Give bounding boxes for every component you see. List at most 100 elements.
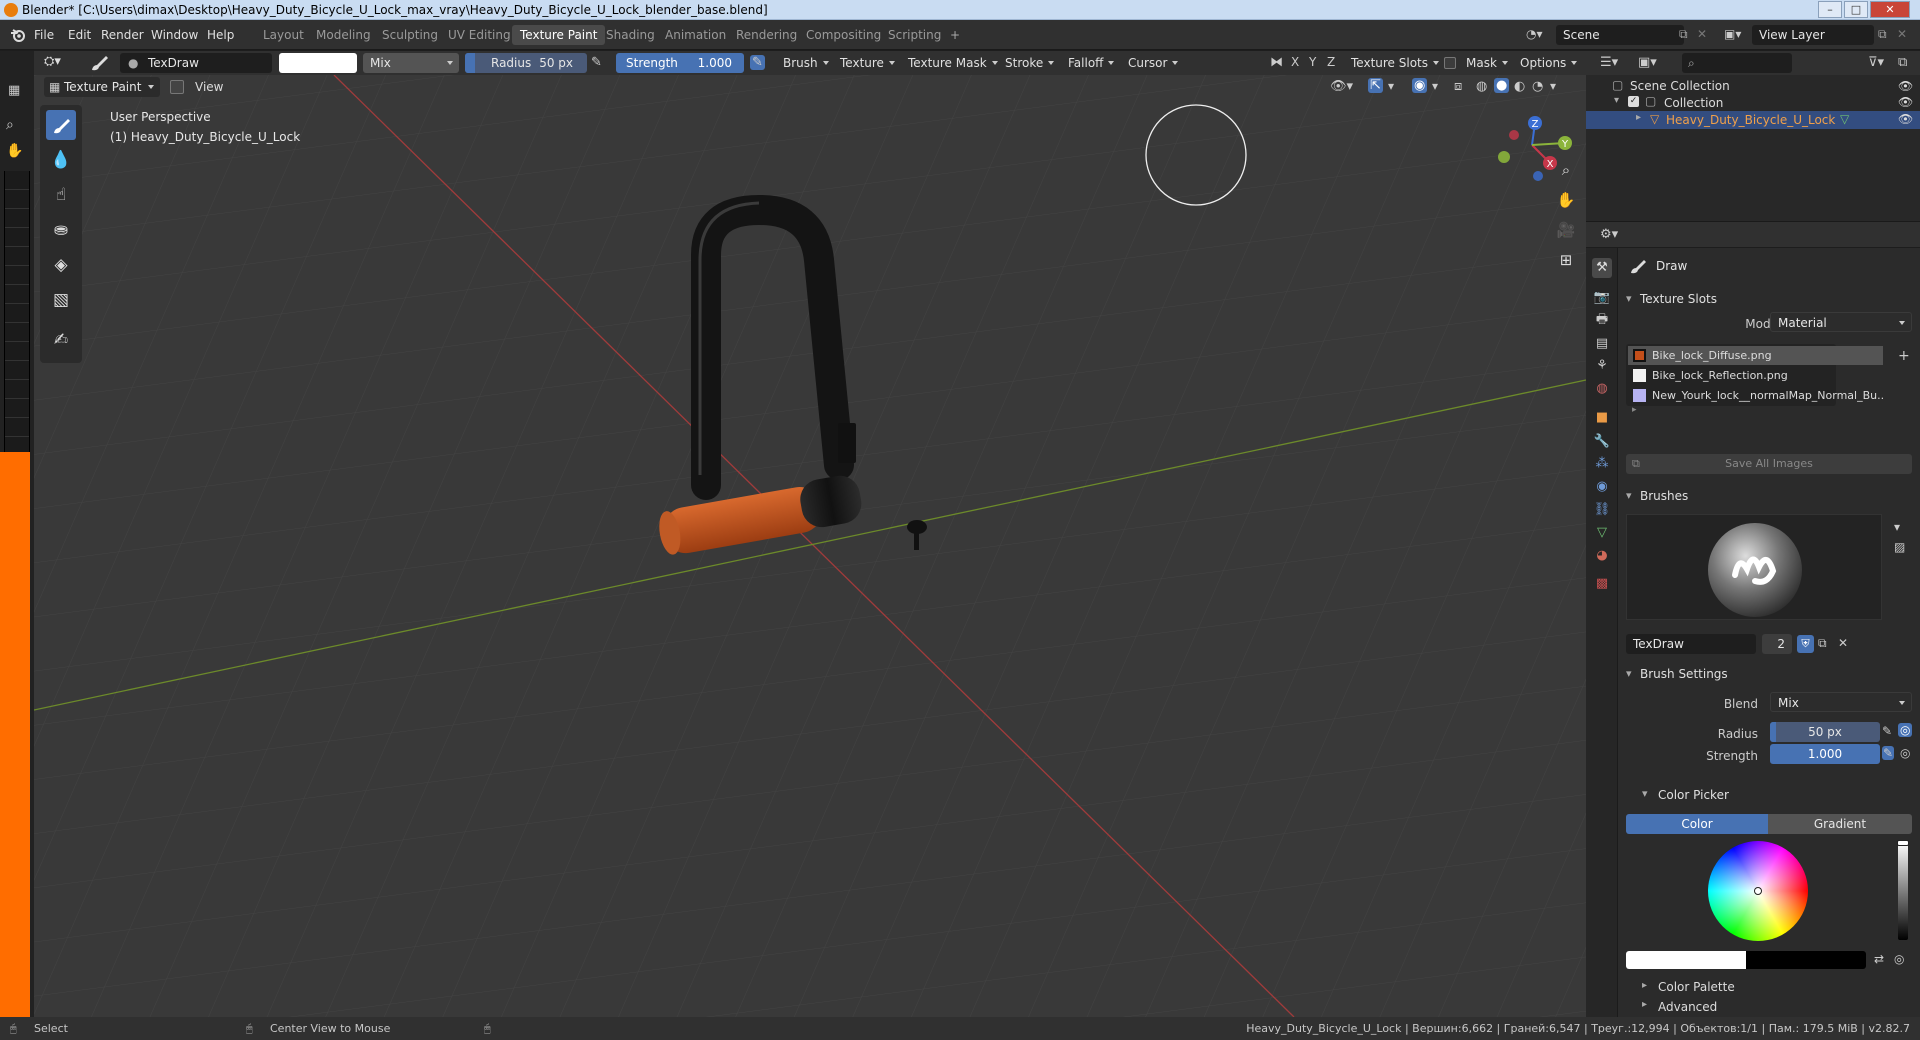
object-tab-icon[interactable]: ■ — [1592, 408, 1612, 428]
material-tab-icon[interactable]: ◕ — [1592, 546, 1612, 566]
falloff-menu[interactable]: Falloff — [1062, 53, 1119, 73]
view-layer-field[interactable]: View Layer — [1752, 25, 1874, 45]
blend-dropdown[interactable]: Mix — [363, 53, 459, 73]
tab-rendering[interactable]: Rendering — [728, 25, 805, 45]
strength-pressure-toggle-icon[interactable]: ✎ — [1882, 746, 1895, 760]
tab-uv-editing[interactable]: UV Editing — [440, 25, 519, 45]
overlays-dropdown-icon[interactable]: ▾ — [1432, 79, 1438, 93]
view-menu[interactable]: View — [195, 80, 223, 94]
hand-pan-icon[interactable]: ✋ — [6, 143, 23, 159]
material-shading-icon[interactable]: ◐ — [1514, 79, 1525, 94]
color-picker-title[interactable]: Color Picker — [1658, 788, 1729, 802]
axis-x-toggle[interactable]: X — [1291, 55, 1299, 69]
display-mode-icon[interactable]: ▣▾ — [1638, 55, 1657, 70]
collection-expand-icon[interactable]: ▾ — [1614, 95, 1619, 106]
render-tab-icon[interactable]: 📷 — [1592, 288, 1612, 308]
swap-colors-icon[interactable]: ⇄ — [1874, 952, 1884, 966]
axis-y-toggle[interactable]: Y — [1309, 55, 1316, 69]
radius-slider[interactable]: Radius 50 px — [465, 53, 587, 73]
mask-checkbox[interactable] — [1444, 57, 1456, 69]
outliner-collection[interactable]: Collection — [1664, 96, 1723, 110]
texture-slot-item[interactable]: Bike_lock_Reflection.png — [1628, 366, 1883, 385]
tab-texture-paint[interactable]: Texture Paint — [512, 25, 606, 45]
properties-editor-icon[interactable]: ⚙▾ — [1600, 227, 1618, 242]
strength-pressure-icon[interactable]: ✎ — [750, 55, 765, 70]
tab-modeling[interactable]: Modeling — [308, 25, 379, 45]
remove-scene-icon[interactable]: ✕ — [1697, 27, 1707, 41]
brush-dropdown-icon[interactable]: ▾ — [1894, 520, 1900, 534]
shading-dropdown-icon[interactable]: ▾ — [1550, 79, 1556, 93]
gizmo-neg-y[interactable] — [1498, 151, 1510, 163]
overlays-toggle-icon[interactable]: ◉ — [1412, 78, 1428, 93]
visibility-icon[interactable]: 👁▾ — [1330, 79, 1353, 94]
brush-color-swatch[interactable] — [279, 53, 357, 73]
scene-tab-icon[interactable]: ⚘ — [1592, 356, 1612, 376]
modifiers-tab-icon[interactable]: 🔧 — [1592, 432, 1612, 452]
collection-checkbox[interactable]: ✓ — [1628, 96, 1639, 107]
outliner-row-object[interactable]: ▸ ▽ Heavy_Duty_Bicycle_U_Lock ▽ — [1586, 111, 1920, 129]
new-collection-icon[interactable]: ⧉ — [1898, 55, 1907, 70]
object-visibility-icon[interactable]: 👁 — [1898, 112, 1913, 126]
physics-tab-icon[interactable]: ◉ — [1592, 477, 1612, 497]
view-layer-icon[interactable]: ▣▾ — [1724, 27, 1741, 41]
brush-radius-slider[interactable]: 50 px — [1770, 722, 1880, 742]
camera-view-icon[interactable]: 🎥 — [1554, 221, 1578, 245]
radius-pressure-toggle-icon[interactable]: ✎ — [1882, 724, 1892, 738]
menu-file[interactable]: File — [34, 20, 54, 50]
tab-scripting[interactable]: Scripting — [880, 25, 949, 45]
tool-settings-tab-icon[interactable]: ⚒ — [1592, 258, 1612, 278]
scene-visibility-icon[interactable]: 👁 — [1898, 79, 1913, 93]
texture-tab-icon[interactable]: ▩ — [1592, 574, 1612, 594]
unified-color-icon[interactable]: ◎ — [1894, 952, 1904, 966]
paint-mask-toggle[interactable] — [170, 80, 184, 94]
primary-color-swatch[interactable] — [1626, 951, 1746, 969]
menu-help[interactable]: Help — [207, 20, 234, 50]
color-picker-collapse-icon[interactable]: ▾ — [1642, 787, 1648, 800]
solid-shading-icon[interactable]: ● — [1494, 78, 1510, 93]
tool-icon[interactable]: ⛭▾ — [44, 54, 61, 69]
particles-tab-icon[interactable]: ⁂ — [1592, 454, 1612, 474]
advanced-expand-icon[interactable]: ▸ — [1642, 999, 1647, 1010]
brush-preview-box[interactable] — [1626, 514, 1882, 620]
add-slot-icon[interactable]: + — [1898, 348, 1910, 364]
tab-sculpting[interactable]: Sculpting — [374, 25, 446, 45]
gizmo-neg-x[interactable] — [1509, 130, 1519, 140]
color-wheel[interactable] — [1708, 841, 1808, 941]
color-palette-header[interactable]: Color Palette — [1658, 980, 1735, 994]
soften-tool[interactable]: 💧 — [46, 145, 76, 175]
strength-slider[interactable]: Strength 1.000 — [616, 53, 744, 73]
outliner-editor-icon[interactable]: ☰▾ — [1600, 55, 1618, 70]
zoom-icon[interactable]: ⌕ — [6, 117, 14, 133]
pan-view-icon[interactable]: ✋ — [1554, 191, 1578, 215]
brush-users-count[interactable]: 2 — [1762, 634, 1792, 654]
value-slider[interactable] — [1897, 840, 1909, 940]
draw-tool[interactable] — [46, 110, 76, 140]
wireframe-shading-icon[interactable]: ◍ — [1476, 79, 1487, 94]
secondary-color-swatch[interactable] — [1746, 951, 1866, 969]
outliner-search-field[interactable]: ⌕ — [1682, 53, 1792, 73]
minimize-button[interactable]: – — [1818, 1, 1842, 18]
color-palette-expand-icon[interactable]: ▸ — [1642, 980, 1647, 991]
close-button[interactable]: ✕ — [1870, 1, 1910, 18]
texture-slots-panel-header[interactable]: Texture Slots — [1618, 286, 1920, 312]
radius-pressure-icon[interactable]: ✎ — [591, 55, 602, 70]
options-menu[interactable]: Options — [1514, 53, 1582, 73]
duplicate-brush-icon[interactable]: ⧉ — [1818, 636, 1827, 651]
mask-menu[interactable]: Mask — [1460, 53, 1513, 73]
texture-mode-dropdown[interactable]: Material — [1770, 312, 1912, 332]
output-tab-icon[interactable]: 🖶 — [1592, 310, 1612, 330]
collection-visibility-icon[interactable]: 👁 — [1898, 95, 1913, 109]
gizmo-toggle-icon[interactable]: ⇱ — [1368, 78, 1383, 93]
scene-icon[interactable]: ◔▾ — [1526, 27, 1546, 43]
filter-icon[interactable]: ⊽▾ — [1868, 55, 1884, 70]
smear-tool[interactable]: ☝ — [46, 180, 76, 210]
gizmo-neg-z[interactable] — [1533, 171, 1543, 181]
mesh-data-tab-icon[interactable]: ▽ — [1592, 523, 1612, 543]
view-layer-tab-icon[interactable]: ▤ — [1592, 334, 1612, 354]
constraints-tab-icon[interactable]: ⛓ — [1592, 500, 1612, 520]
texture-slot-item[interactable]: New_Yourk_lock__normalMap_Normal_Bu.. — [1628, 386, 1884, 405]
remove-view-layer-icon[interactable]: ✕ — [1897, 27, 1907, 41]
brush-name-input[interactable]: TexDraw — [1626, 634, 1756, 654]
tab-layout[interactable]: Layout — [255, 25, 312, 45]
advanced-header[interactable]: Advanced — [1658, 1000, 1717, 1014]
